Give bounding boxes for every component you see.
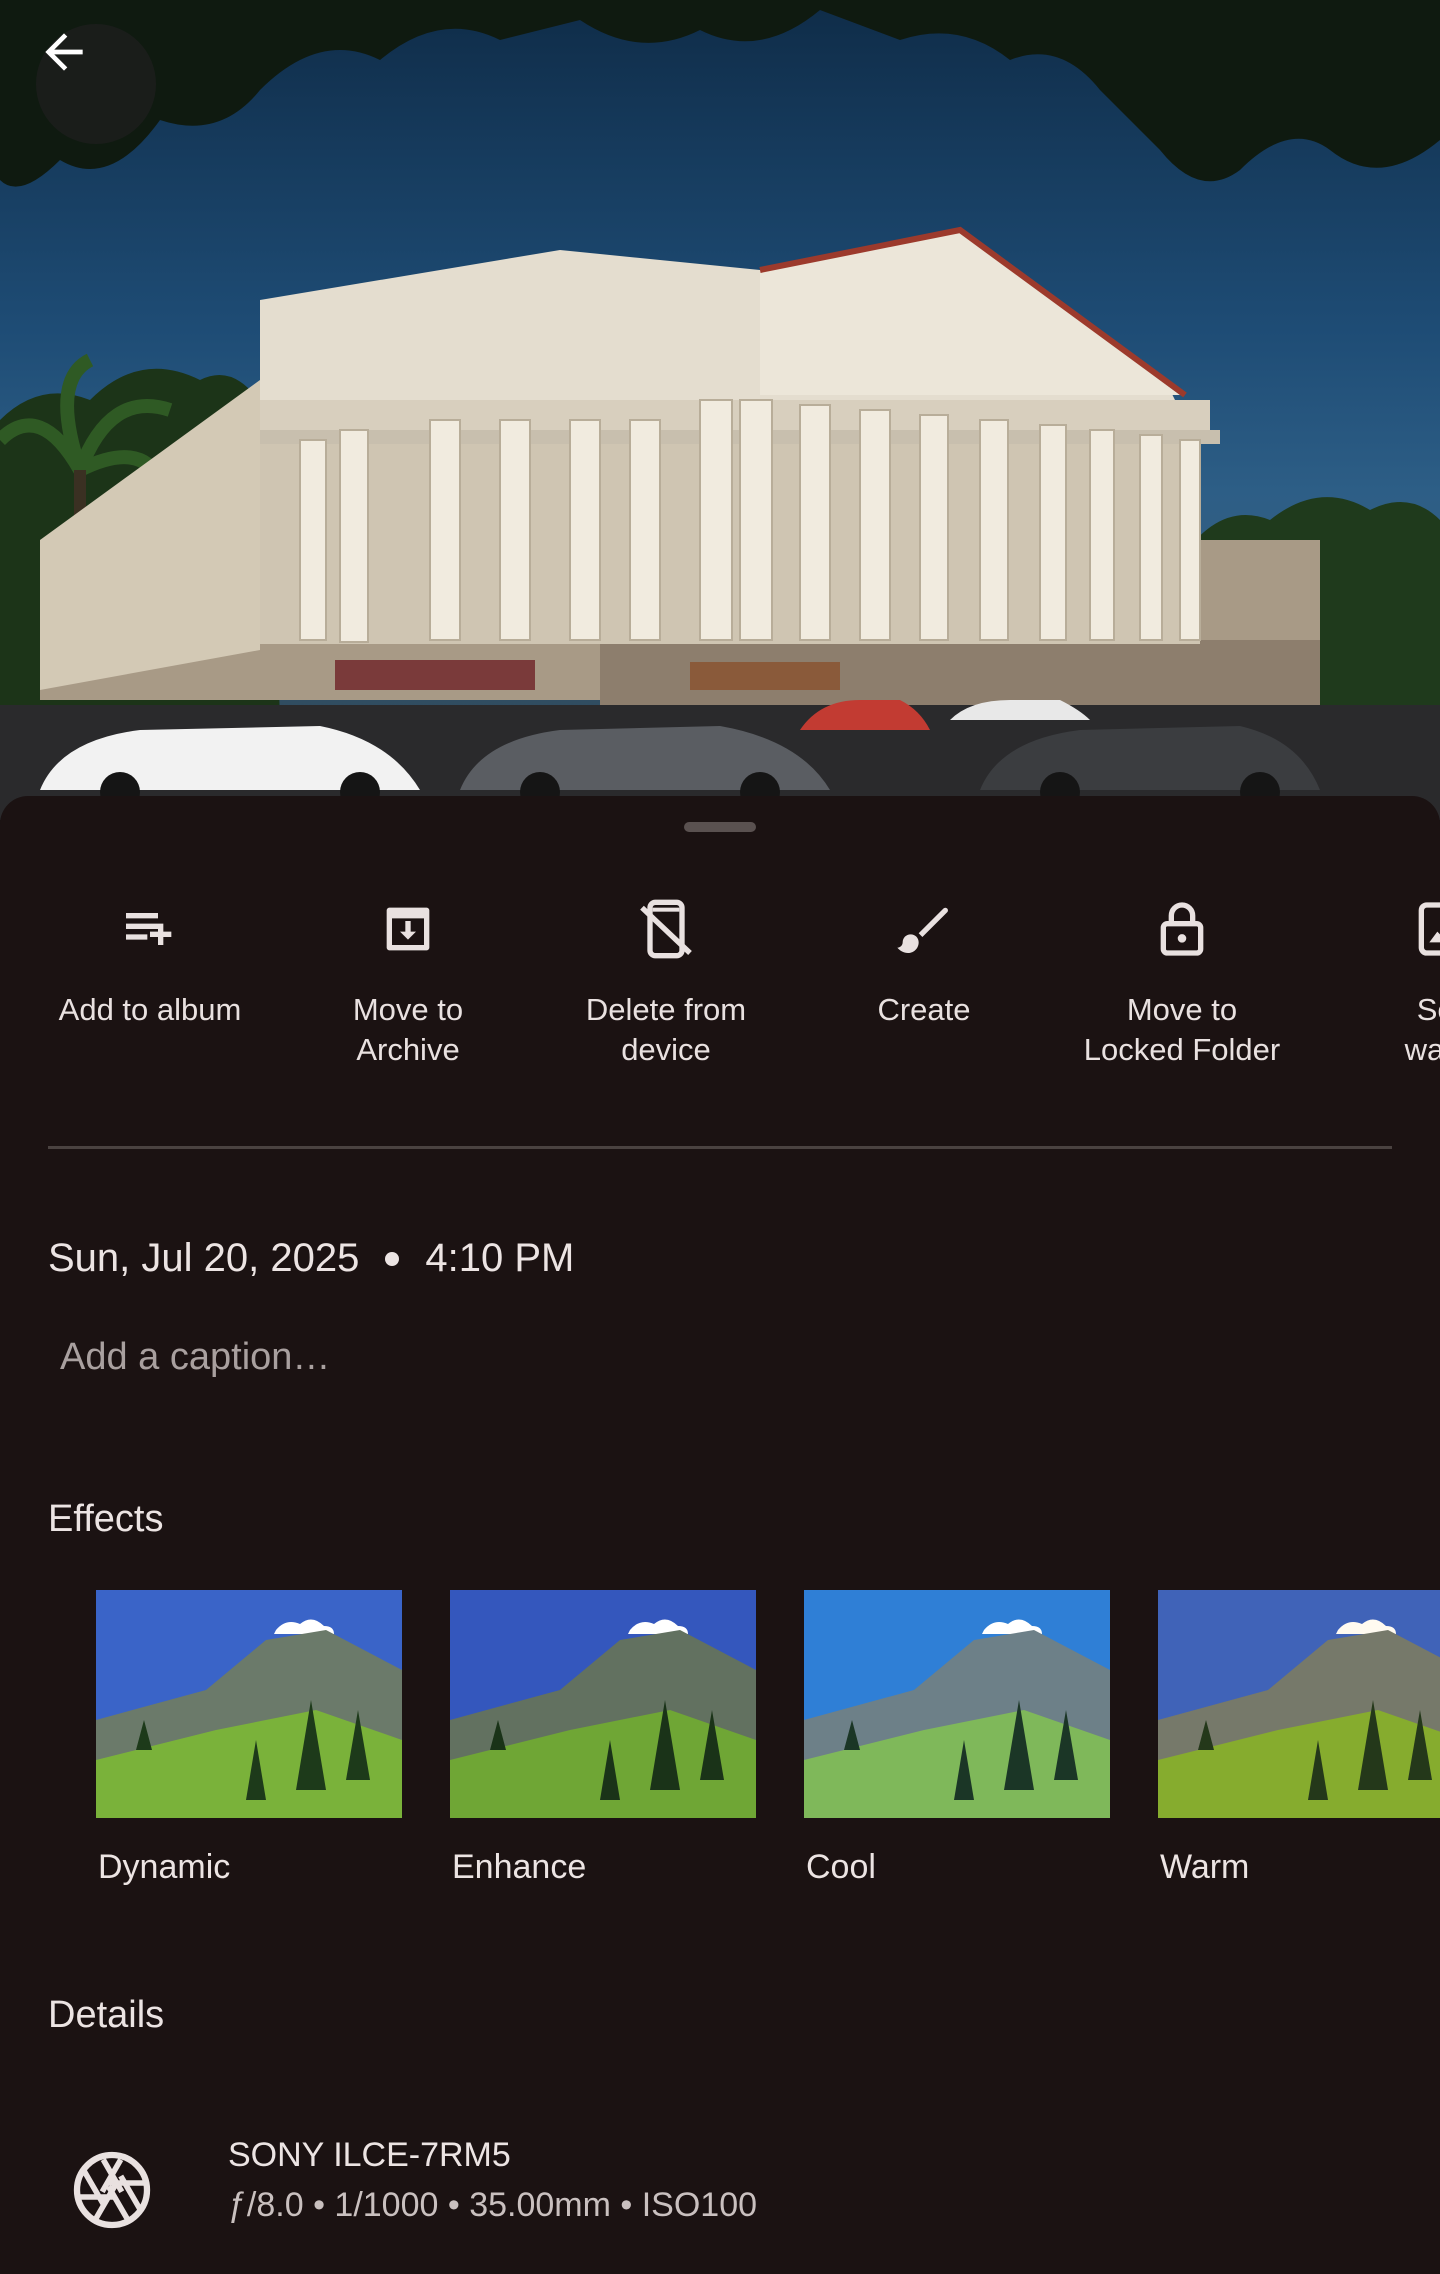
- create-button[interactable]: Create: [799, 884, 1049, 1030]
- effects-carousel[interactable]: Dynamic Enhance Cool Warm: [0, 1590, 1440, 1900]
- details-title: Details: [48, 1994, 165, 2036]
- brush-icon: [897, 907, 948, 953]
- photo-info-screen: Add to album Move to Archive Delete from…: [0, 0, 1440, 2274]
- photo-viewer[interactable]: [0, 0, 1440, 820]
- drag-handle[interactable]: [684, 822, 756, 832]
- action-label: Move to Locked Folder: [1083, 992, 1281, 1067]
- effect-warm[interactable]: Warm: [1158, 1590, 1440, 1887]
- lock-icon: [1160, 902, 1204, 956]
- camera-specs: ƒ/8.0 • 1/1000 • 35.00mm • ISO100: [228, 2186, 758, 2224]
- back-button[interactable]: [36, 24, 156, 144]
- arrow-left-icon: [45, 33, 83, 71]
- caption-input[interactable]: Add a caption…: [60, 1336, 330, 1379]
- effects-title: Effects: [48, 1498, 164, 1540]
- effect-label: Dynamic: [98, 1848, 231, 1886]
- effect-cool[interactable]: Cool: [804, 1590, 1110, 1887]
- effect-label: Warm: [1160, 1848, 1250, 1886]
- effect-label: Enhance: [452, 1848, 587, 1886]
- effect-label: Cool: [806, 1848, 876, 1886]
- effect-dynamic[interactable]: Dynamic: [96, 1590, 402, 1887]
- archive-icon: [386, 907, 430, 951]
- action-label: Delete from device: [585, 992, 747, 1067]
- effect-thumbnail: [450, 1590, 756, 1818]
- action-row: Add to album Move to Archive Delete from…: [0, 884, 1440, 1074]
- date-time[interactable]: Sun, Jul 20, 2025 4:10 PM: [48, 1236, 574, 1281]
- camera-model: SONY ILCE-7RM5: [228, 2136, 511, 2174]
- photo-date: Sun, Jul 20, 2025: [48, 1236, 360, 1280]
- divider: [48, 1146, 1392, 1149]
- action-label: Move to Archive: [352, 992, 464, 1067]
- action-label: Set wallp: [1404, 992, 1440, 1067]
- separator-dot: [385, 1251, 400, 1266]
- camera-details: SONY ILCE-7RM5 ƒ/8.0 • 1/1000 • 35.00mm …: [0, 2136, 1440, 2256]
- photo-image: [0, 0, 1440, 820]
- mobile-off-icon: [640, 899, 692, 959]
- add-to-album-button[interactable]: Add to album: [25, 884, 275, 1030]
- effect-enhance[interactable]: Enhance: [450, 1590, 756, 1887]
- effect-thumbnail: [1158, 1590, 1440, 1818]
- delete-from-device-button[interactable]: Delete from device: [541, 884, 791, 1070]
- wallpaper-icon: [1418, 902, 1440, 956]
- playlist-add-icon: [126, 913, 172, 945]
- aperture-icon: [73, 2151, 151, 2229]
- effect-thumbnail: [804, 1590, 1110, 1818]
- move-to-locked-folder-button[interactable]: Move to Locked Folder: [1057, 884, 1307, 1070]
- info-sheet: Add to album Move to Archive Delete from…: [0, 796, 1440, 2274]
- photo-time: 4:10 PM: [425, 1236, 575, 1280]
- action-label: Create: [877, 992, 971, 1027]
- set-wallpaper-button[interactable]: Set wallp: [1315, 884, 1440, 1070]
- action-label: Add to album: [58, 992, 242, 1027]
- move-to-archive-button[interactable]: Move to Archive: [283, 884, 533, 1070]
- effect-thumbnail: [96, 1590, 402, 1818]
